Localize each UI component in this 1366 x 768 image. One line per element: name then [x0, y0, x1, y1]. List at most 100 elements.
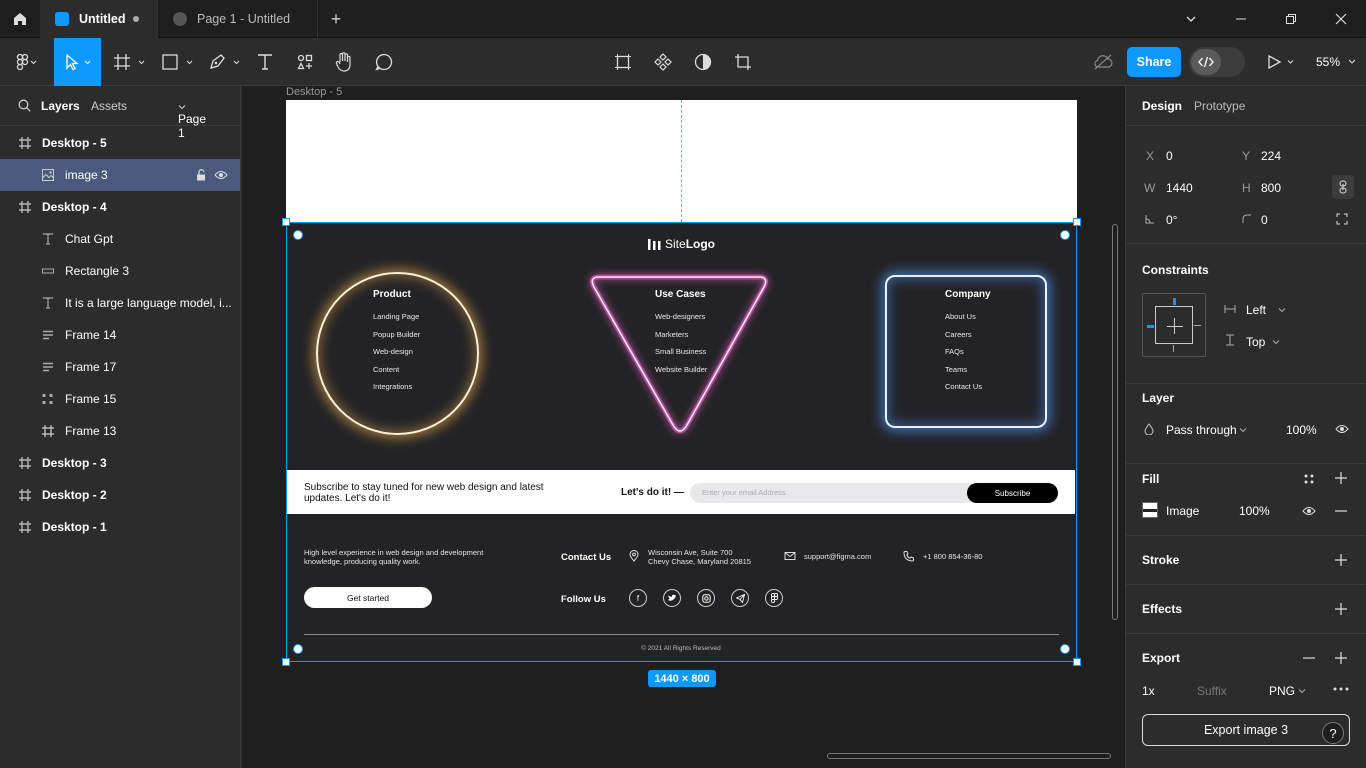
layer-row[interactable]: It is a large language model, i...: [0, 287, 240, 319]
more-options-icon[interactable]: [1333, 687, 1349, 691]
eye-icon[interactable]: [214, 170, 228, 180]
new-tab-button[interactable]: +: [326, 10, 346, 28]
tab-assets[interactable]: Assets: [91, 99, 127, 113]
close-button[interactable]: [1316, 0, 1366, 38]
layer-row[interactable]: Desktop - 3: [0, 447, 240, 479]
add-stroke-icon[interactable]: [1335, 554, 1347, 566]
canvas[interactable]: Desktop - 5 Site Logo Product Landing Pag…: [242, 86, 1125, 768]
footer-column-product: Product Landing Page Popup Builder Web-d…: [373, 289, 420, 400]
image-fill-swatch[interactable]: [1142, 502, 1158, 518]
resize-handle-sw[interactable]: [282, 658, 290, 666]
vertical-scrollbar[interactable]: [1112, 224, 1118, 620]
tab-prototype[interactable]: Prototype: [1194, 99, 1245, 113]
remove-export-icon[interactable]: [1303, 657, 1315, 659]
horizontal-constraint-dropdown[interactable]: Left: [1246, 303, 1266, 317]
radius-handle[interactable]: [1060, 644, 1070, 654]
constraints-widget[interactable]: [1142, 293, 1206, 357]
radius-handle[interactable]: [1060, 230, 1070, 240]
horizontal-scrollbar[interactable]: [827, 753, 1111, 759]
blend-mode-dropdown[interactable]: Pass through: [1166, 423, 1237, 437]
share-button[interactable]: Share: [1127, 47, 1181, 77]
hand-tool[interactable]: [332, 38, 356, 86]
main-menu-button[interactable]: [8, 38, 44, 86]
layer-row[interactable]: Desktop - 4: [0, 191, 240, 223]
constraint-bottom-marker[interactable]: [1173, 345, 1174, 352]
fill-section: Fill Image 100%: [1126, 464, 1366, 536]
resize-handle-nw[interactable]: [282, 218, 290, 226]
y-input[interactable]: 224: [1261, 149, 1281, 163]
frame-label[interactable]: Desktop - 5: [286, 86, 342, 98]
design-file-icon: [55, 12, 69, 26]
help-button[interactable]: ?: [1322, 722, 1344, 744]
add-effect-icon[interactable]: [1335, 603, 1347, 615]
resize-handle-se[interactable]: [1073, 658, 1081, 666]
layer-row[interactable]: Chat Gpt: [0, 223, 240, 255]
pen-tool[interactable]: [205, 38, 245, 86]
layer-opacity-input[interactable]: 100%: [1286, 423, 1317, 437]
present-button[interactable]: [1262, 38, 1300, 86]
radius-input[interactable]: 0: [1261, 213, 1268, 227]
constrain-proportions-button[interactable]: [1332, 175, 1354, 199]
export-format-dropdown[interactable]: PNG: [1269, 684, 1295, 698]
resources-tool[interactable]: [294, 38, 316, 86]
independent-corners-icon[interactable]: [1336, 213, 1348, 225]
mask-button[interactable]: [692, 38, 714, 86]
export-scale-dropdown[interactable]: 1x: [1142, 684, 1155, 698]
restore-button[interactable]: [1266, 0, 1316, 38]
export-suffix-input[interactable]: Suffix: [1197, 684, 1227, 698]
dev-mode-toggle[interactable]: [1189, 47, 1245, 77]
tabs-dropdown-button[interactable]: [1166, 0, 1216, 38]
remove-fill-icon[interactable]: [1335, 510, 1347, 512]
page-selector[interactable]: Page 1: [178, 99, 206, 140]
layer-row[interactable]: Desktop - 1: [0, 511, 240, 543]
layer-row[interactable]: Desktop - 5: [0, 127, 240, 159]
layer-row[interactable]: Frame 15: [0, 383, 240, 415]
move-tool[interactable]: [54, 38, 101, 86]
constraint-top-marker[interactable]: [1173, 298, 1176, 305]
unlock-icon[interactable]: [196, 169, 206, 181]
vertical-constraint-dropdown[interactable]: Top: [1246, 335, 1265, 349]
radius-handle[interactable]: [293, 644, 303, 654]
resize-handle-ne[interactable]: [1073, 218, 1081, 226]
width-input[interactable]: 1440: [1166, 181, 1193, 195]
layer-row[interactable]: Frame 17: [0, 351, 240, 383]
frame-tool[interactable]: [110, 38, 150, 86]
rotation-input[interactable]: 0°: [1166, 213, 1177, 227]
comment-tool[interactable]: [372, 38, 396, 86]
tab-untitled[interactable]: Untitled: [40, 0, 158, 38]
height-input[interactable]: 800: [1261, 181, 1281, 195]
fill-opacity-input[interactable]: 100%: [1239, 504, 1270, 518]
eye-icon[interactable]: [1335, 424, 1349, 434]
style-grid-icon[interactable]: [1303, 473, 1315, 485]
fill-type-label[interactable]: Image: [1166, 504, 1199, 518]
constraints-title: Constraints: [1142, 263, 1209, 277]
tab-layers[interactable]: Layers: [41, 99, 80, 113]
layer-row[interactable]: Frame 14: [0, 319, 240, 351]
select-matching-button[interactable]: [612, 38, 634, 86]
zoom-dropdown[interactable]: 55%: [1316, 55, 1357, 69]
layer-row[interactable]: Desktop - 2: [0, 479, 240, 511]
shape-tool[interactable]: [158, 38, 198, 86]
tab-design[interactable]: Design: [1142, 99, 1182, 113]
crop-button[interactable]: [732, 38, 754, 86]
export-button[interactable]: Export image 3: [1142, 714, 1350, 746]
constraint-center-h[interactable]: [1167, 326, 1183, 327]
layer-row[interactable]: Frame 13: [0, 415, 240, 447]
selected-image-3[interactable]: Site Logo Product Landing Page Popup Buil…: [282, 218, 1081, 666]
search-icon[interactable]: [18, 99, 31, 112]
add-export-icon[interactable]: [1335, 652, 1347, 664]
constraint-left-marker[interactable]: [1147, 325, 1154, 328]
offline-status[interactable]: [1092, 38, 1114, 86]
create-component-button[interactable]: [652, 38, 674, 86]
text-tool[interactable]: [254, 38, 276, 86]
constraint-right-marker[interactable]: [1194, 325, 1201, 326]
home-button[interactable]: [0, 0, 40, 38]
layer-row[interactable]: Rectangle 3: [0, 255, 240, 287]
add-fill-icon[interactable]: [1335, 472, 1347, 484]
x-input[interactable]: 0: [1166, 149, 1173, 163]
radius-handle[interactable]: [293, 230, 303, 240]
minimize-button[interactable]: [1216, 0, 1266, 38]
eye-icon[interactable]: [1302, 506, 1316, 516]
layer-row[interactable]: image 3: [0, 159, 240, 191]
tab-prototype-page[interactable]: Page 1 - Untitled: [158, 0, 318, 38]
